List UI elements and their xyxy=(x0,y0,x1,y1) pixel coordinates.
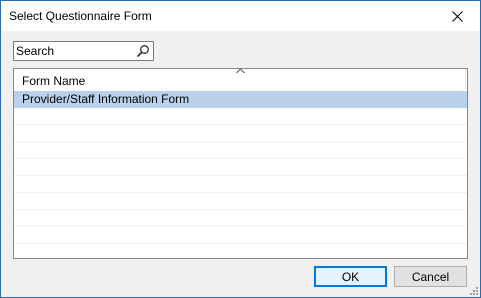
ok-button[interactable]: OK xyxy=(314,266,387,287)
list-header: Form Name xyxy=(14,69,467,89)
empty-row xyxy=(14,210,467,227)
sort-ascending-icon xyxy=(236,69,245,74)
empty-row xyxy=(14,193,467,210)
list-item[interactable]: Provider/Staff Information Form xyxy=(14,91,467,108)
dialog-title: Select Questionnaire Form xyxy=(9,9,152,23)
ok-button-label: OK xyxy=(341,269,360,284)
close-icon xyxy=(451,10,463,22)
empty-row xyxy=(14,142,467,159)
dialog-window: Select Questionnaire Form Form Name Prov… xyxy=(0,0,481,298)
close-button[interactable] xyxy=(434,1,480,31)
cancel-button-label: Cancel xyxy=(411,269,450,284)
resize-grip-icon[interactable] xyxy=(467,284,479,296)
list-item-label: Provider/Staff Information Form xyxy=(22,92,190,106)
column-header-label: Form Name xyxy=(22,74,86,88)
search-input[interactable] xyxy=(16,43,128,59)
empty-row xyxy=(14,159,467,176)
empty-row xyxy=(14,108,467,125)
empty-row xyxy=(14,125,467,142)
column-header-form-name[interactable]: Form Name xyxy=(14,69,466,89)
form-list[interactable]: Form Name Provider/Staff Information For… xyxy=(13,68,468,259)
empty-row xyxy=(14,176,467,193)
cancel-button[interactable]: Cancel xyxy=(394,266,467,287)
title-bar[interactable]: Select Questionnaire Form xyxy=(1,1,480,31)
empty-row xyxy=(14,227,467,244)
search-box[interactable] xyxy=(13,41,154,61)
search-icon[interactable] xyxy=(136,44,150,58)
